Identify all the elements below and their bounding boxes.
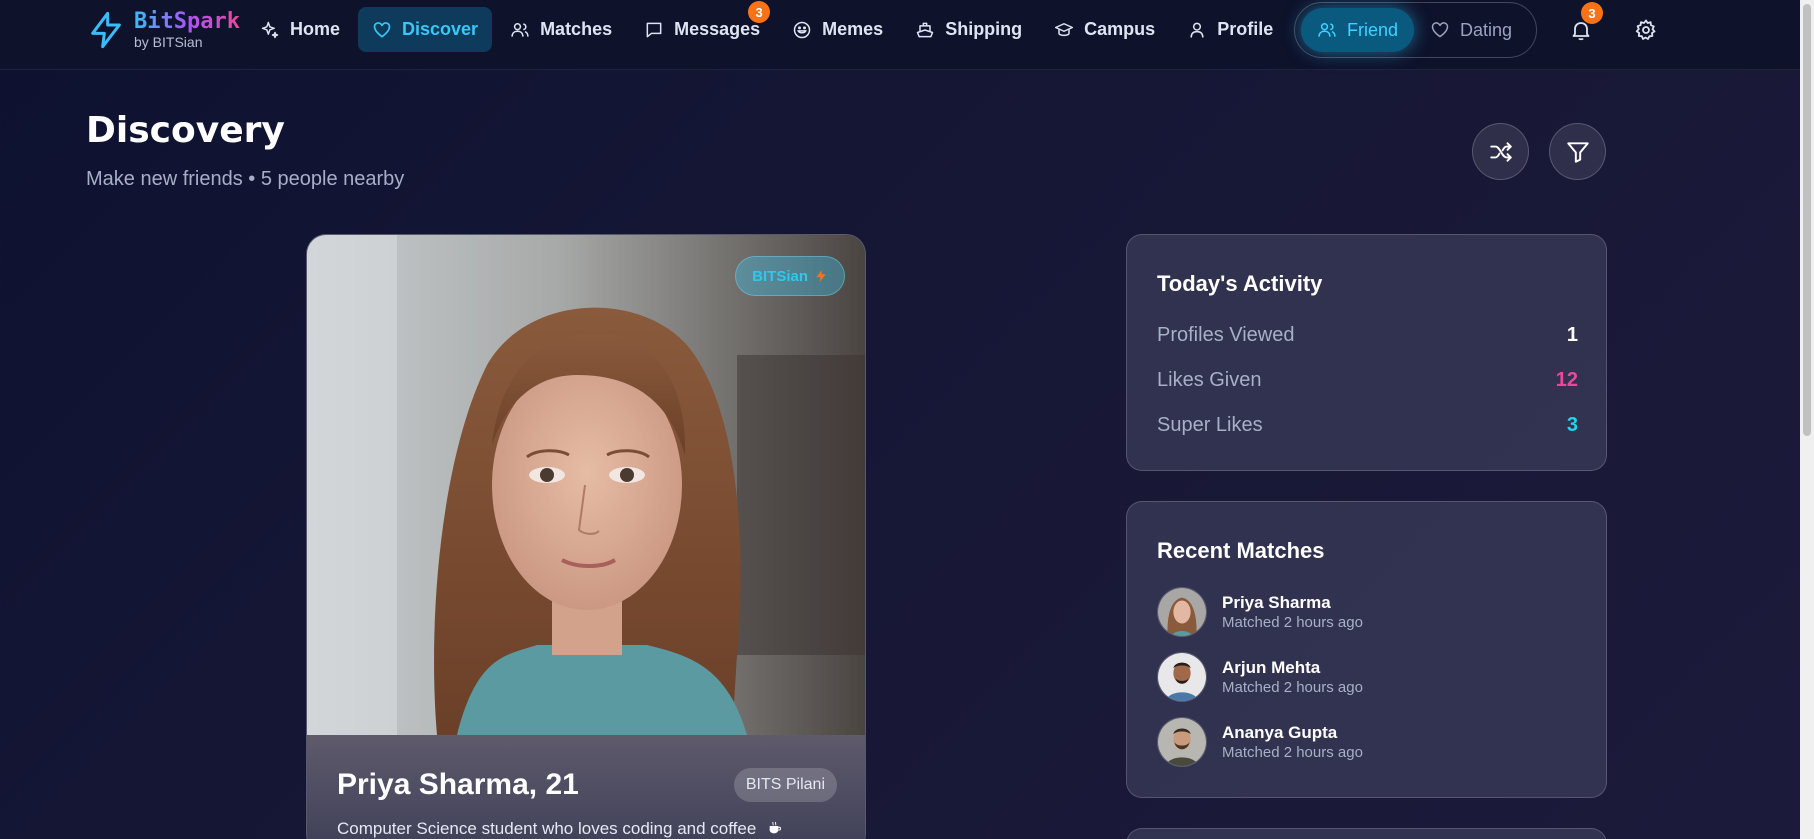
mode-friend-label: Friend	[1347, 19, 1399, 40]
avatar	[1157, 587, 1207, 637]
nav-matches[interactable]: Matches	[496, 7, 626, 52]
shuffle-button[interactable]	[1472, 123, 1529, 180]
nav-discover[interactable]: Discover	[358, 7, 493, 52]
filter-button[interactable]	[1549, 123, 1606, 180]
stat-label: Super Likes	[1157, 414, 1263, 436]
nav-memes-label: Memes	[822, 19, 884, 39]
stat-profiles-viewed: Profiles Viewed 1	[1157, 324, 1578, 347]
match-time: Matched 2 hours ago	[1222, 679, 1363, 696]
nav-profile-label: Profile	[1217, 19, 1274, 39]
match-name: Ananya Gupta	[1222, 723, 1338, 742]
card-info: Priya Sharma, 21 BITS Pilani Computer Sc…	[307, 735, 865, 839]
mode-dating-button[interactable]: Dating	[1414, 8, 1528, 52]
notifications-button[interactable]: 3	[1565, 2, 1603, 46]
avatar	[1157, 652, 1207, 702]
match-name: Priya Sharma	[1222, 593, 1331, 612]
match-name: Arjun Mehta	[1222, 658, 1321, 677]
match-item[interactable]: Ananya Gupta Matched 2 hours ago	[1157, 717, 1363, 767]
heart-icon	[373, 21, 391, 38]
page-title: Discovery	[86, 110, 285, 151]
nav-shipping-label: Shipping	[945, 19, 1023, 39]
activity-title: Today's Activity	[1157, 271, 1323, 296]
page-subtitle: Make new friends • 5 people nearby	[86, 168, 405, 190]
activity-panel: Today's Activity Profiles Viewed 1 Likes…	[1126, 234, 1607, 471]
college-tag: BITS Pilani	[733, 768, 837, 802]
match-time: Matched 2 hours ago	[1222, 614, 1363, 631]
brand-subtitle: by BITSian	[134, 34, 203, 50]
matches-panel: Recent Matches Priya Sharma Matched 2 ho…	[1126, 501, 1607, 798]
next-panel	[1126, 828, 1607, 839]
shuffle-icon	[1489, 141, 1512, 162]
nav-home-label: Home	[290, 19, 341, 39]
card-bio-text: Computer Science student who loves codin…	[337, 819, 757, 838]
mode-dating-label: Dating	[1460, 19, 1513, 40]
message-icon	[646, 22, 662, 37]
profile-photo	[307, 235, 865, 735]
stat-label: Profiles Viewed	[1157, 324, 1295, 346]
filter-icon	[1566, 141, 1589, 163]
scrollbar-thumb[interactable]	[1803, 4, 1811, 436]
page-scrollbar[interactable]	[1800, 0, 1814, 839]
brand-name: BitSpark	[134, 9, 240, 34]
bitsian-badge-label: BITSian	[752, 267, 808, 285]
heart-icon	[1431, 22, 1449, 38]
card-bio: Computer Science student who loves codin…	[337, 819, 783, 839]
match-time: Matched 2 hours ago	[1222, 744, 1363, 761]
bitsian-badge: BITSian	[735, 256, 845, 296]
user-icon	[1190, 22, 1204, 38]
settings-button[interactable]	[1630, 14, 1662, 46]
nav-profile[interactable]: Profile	[1173, 7, 1287, 52]
stat-super-likes: Super Likes 3	[1157, 414, 1578, 437]
avatar	[1157, 717, 1207, 767]
smile-icon	[793, 21, 811, 38]
gear-icon	[1635, 19, 1656, 40]
messages-badge: 3	[748, 1, 771, 23]
bolt-icon	[91, 11, 121, 49]
notifications-badge: 3	[1581, 2, 1603, 24]
stat-label: Likes Given	[1157, 369, 1262, 391]
match-item[interactable]: Priya Sharma Matched 2 hours ago	[1157, 587, 1363, 637]
bolt-icon	[816, 270, 826, 282]
nav-messages[interactable]: Messages 3	[630, 1, 774, 52]
matches-title: Recent Matches	[1157, 538, 1325, 563]
stat-value: 1	[1566, 324, 1578, 346]
brand-logo[interactable]: BitSpark by BITSian	[86, 8, 240, 52]
nav-messages-label: Messages	[674, 19, 761, 39]
coffee-icon	[769, 821, 781, 834]
nav-campus[interactable]: Campus	[1040, 7, 1169, 52]
top-navbar: BitSpark by BITSian Home Discover Matche…	[0, 0, 1800, 70]
sparkles-icon	[261, 21, 279, 38]
stat-value: 12	[1555, 369, 1578, 391]
nav-home[interactable]: Home	[246, 7, 354, 52]
main-nav: Home Discover Matches Messages 3 Memes S…	[246, 1, 1291, 52]
mode-toggle: Friend Dating	[1294, 2, 1537, 58]
card-name: Priya Sharma, 21	[337, 768, 579, 801]
stat-likes-given: Likes Given 12	[1157, 369, 1578, 392]
ship-icon	[916, 22, 934, 37]
stat-value: 3	[1566, 414, 1578, 436]
profile-card[interactable]: BITSian Priya Sharma, 21 BITS Pilani Com…	[306, 234, 866, 839]
graduation-cap-icon	[1055, 22, 1074, 36]
nav-shipping[interactable]: Shipping	[901, 7, 1036, 52]
nav-campus-label: Campus	[1084, 19, 1156, 39]
users-icon	[511, 22, 529, 37]
nav-discover-label: Discover	[402, 19, 479, 39]
nav-memes[interactable]: Memes	[778, 7, 897, 52]
users-icon	[1318, 23, 1336, 37]
match-item[interactable]: Arjun Mehta Matched 2 hours ago	[1157, 652, 1363, 702]
mode-friend-button[interactable]: Friend	[1301, 8, 1415, 52]
nav-matches-label: Matches	[540, 19, 613, 39]
